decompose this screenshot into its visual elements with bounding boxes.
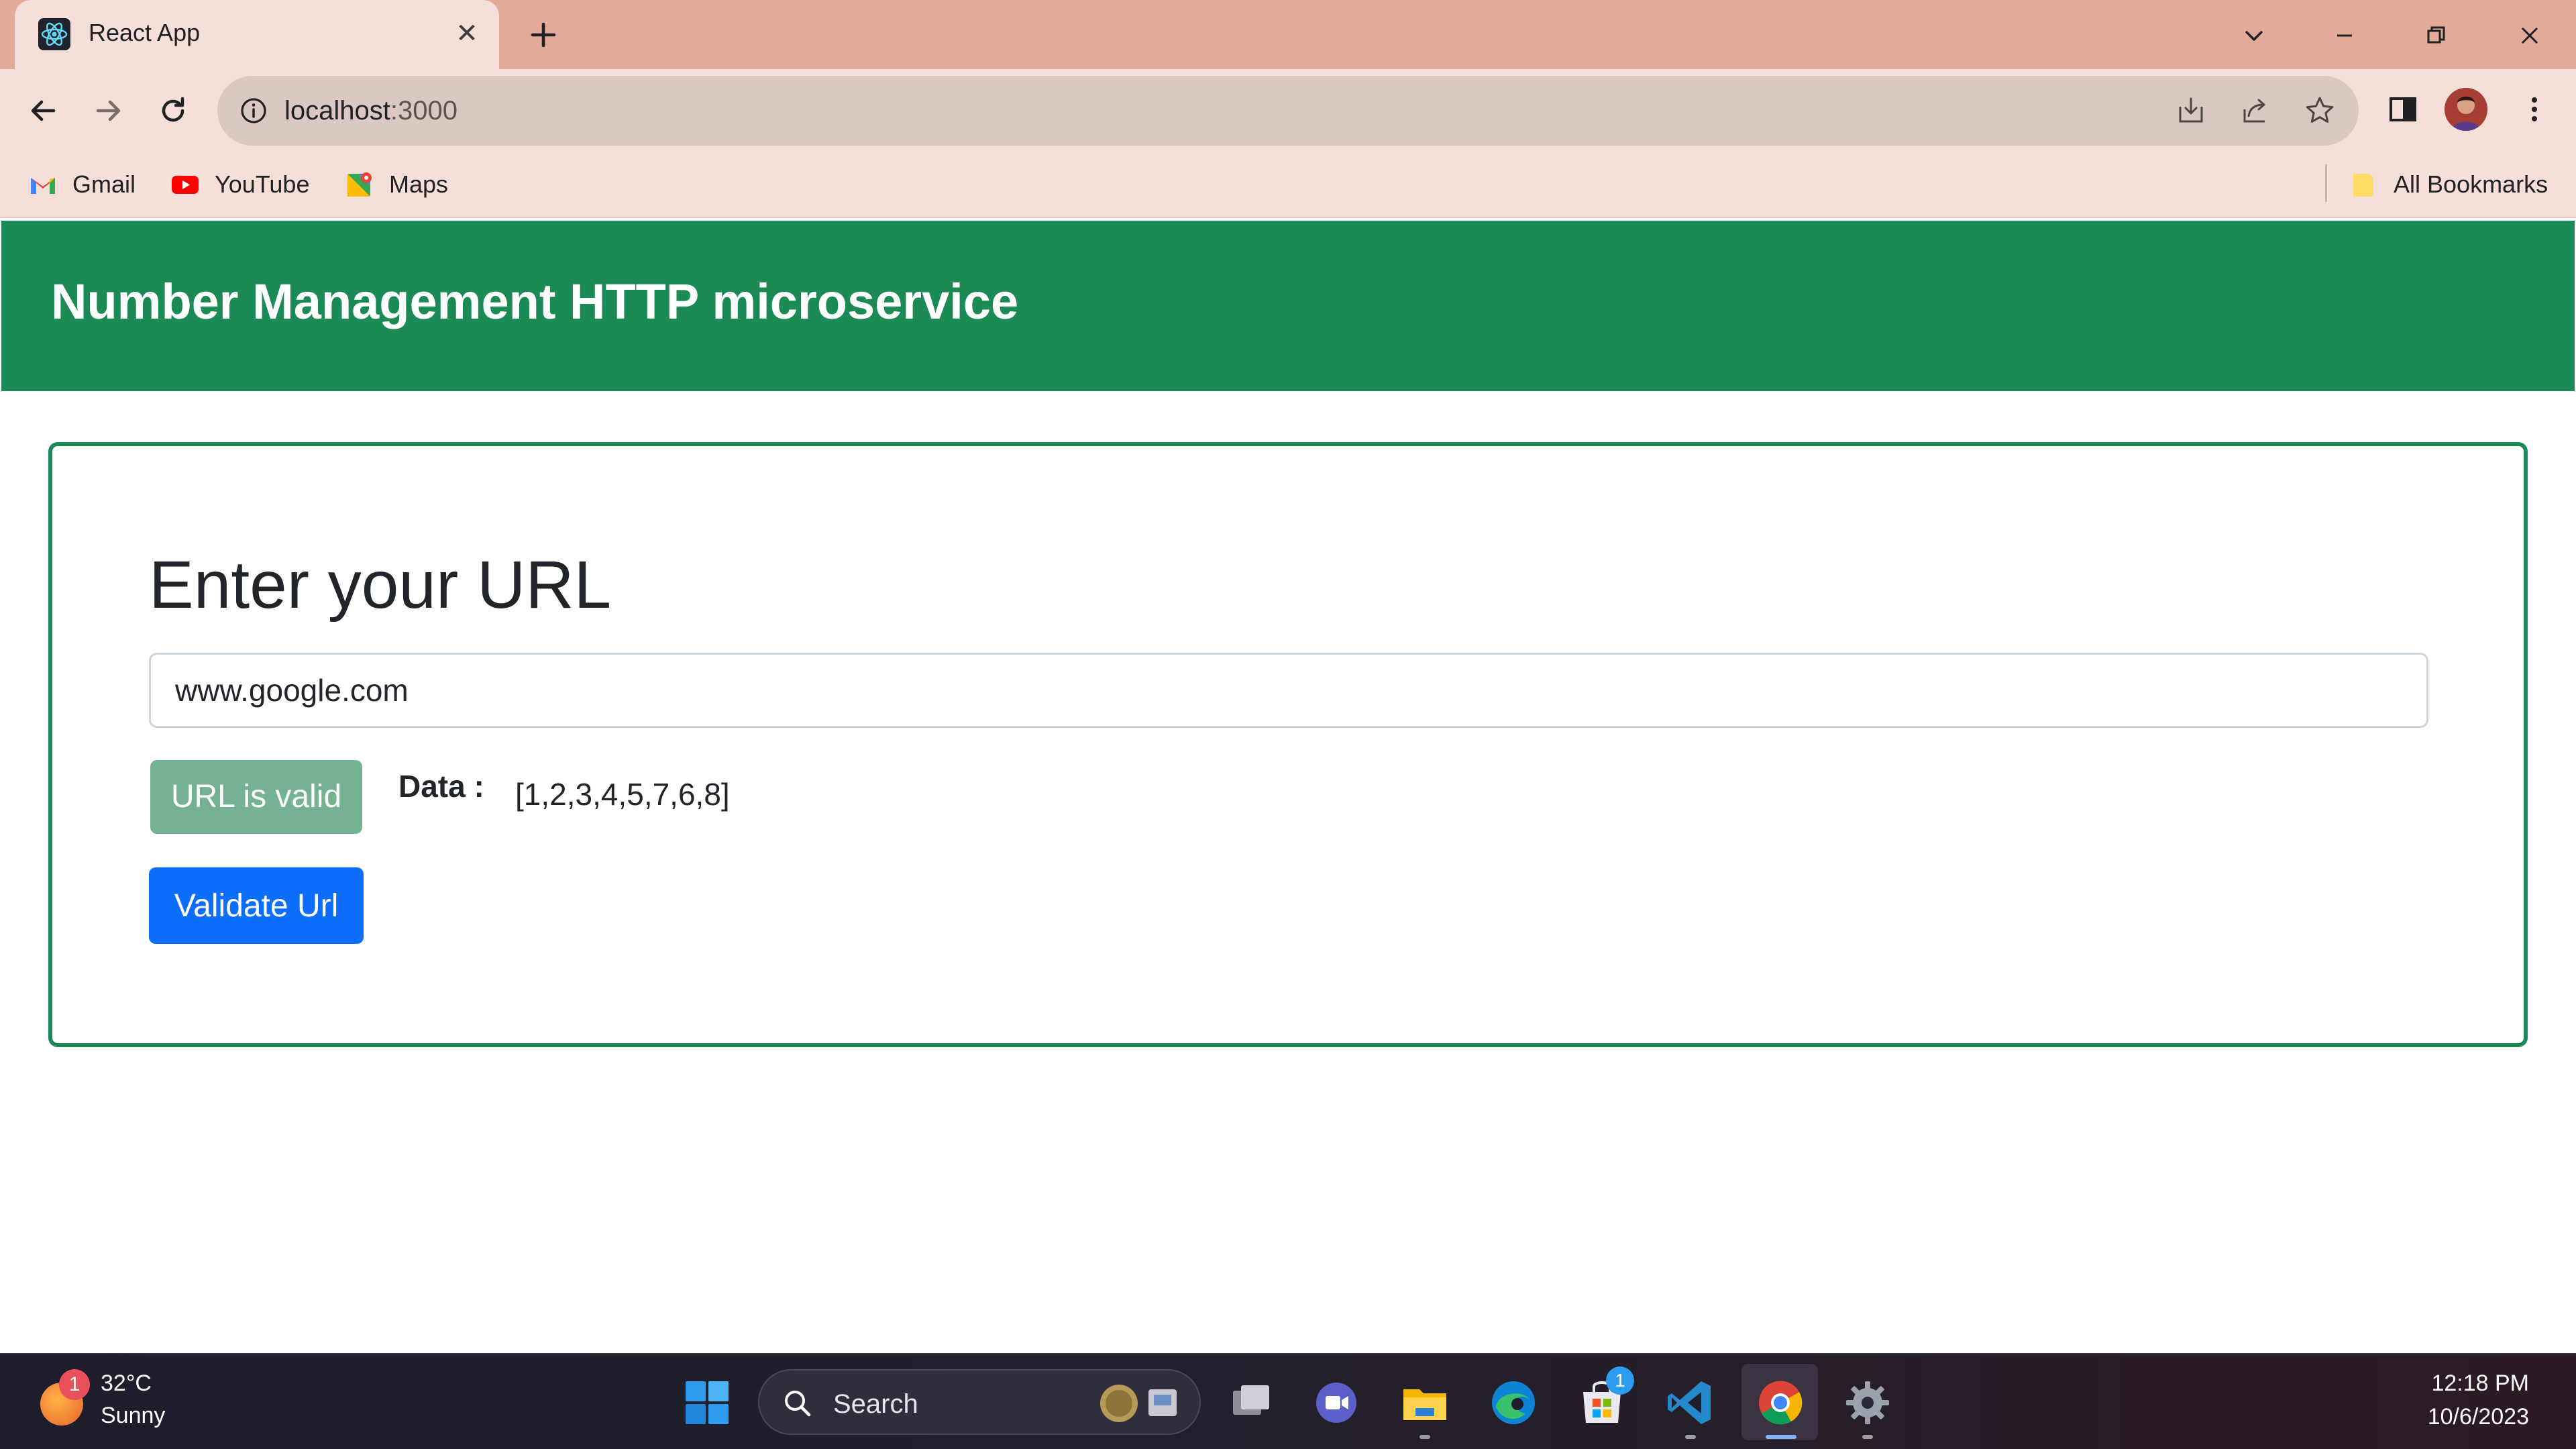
chrome-icon[interactable] — [1752, 1375, 1809, 1431]
bookmark-youtube-label: YouTube — [215, 170, 310, 198]
back-arrow-icon[interactable] — [23, 91, 63, 131]
edge-browser-icon[interactable] — [1485, 1375, 1542, 1431]
weather-condition[interactable]: Sunny — [101, 1403, 165, 1429]
side-panel-icon[interactable] — [2383, 89, 2423, 129]
install-app-icon[interactable] — [2174, 93, 2208, 128]
weather-notification-badge: 1 — [59, 1369, 90, 1400]
windows-taskbar: 1 32°C Sunny Search 1 12:18 PM 10/6/2023 — [0, 1353, 2576, 1449]
clock-date[interactable]: 10/6/2023 — [2361, 1404, 2529, 1430]
close-window-icon[interactable] — [2506, 12, 2553, 59]
url-input[interactable] — [149, 653, 2428, 728]
data-label: Data : — [398, 769, 484, 804]
profile-photo-icon — [2445, 88, 2487, 131]
clock-time[interactable]: 12:18 PM — [2361, 1371, 2529, 1397]
chrome-running-indicator — [1766, 1435, 1796, 1439]
more-menu-icon[interactable] — [2514, 89, 2555, 129]
store-notification-badge: 1 — [1606, 1366, 1634, 1395]
weather-temperature[interactable]: 32°C — [101, 1371, 152, 1397]
folder-icon — [2353, 174, 2373, 197]
app-title: Number Management HTTP microservice — [51, 274, 1019, 329]
tab-title: React App — [89, 19, 201, 46]
new-tab-plus-icon[interactable] — [523, 15, 564, 55]
forward-arrow-icon[interactable] — [89, 91, 129, 131]
bookmark-maps[interactable]: Maps — [345, 166, 448, 203]
profile-avatar[interactable] — [2445, 88, 2487, 131]
page-viewport: Number Management HTTP microservice Ente… — [0, 219, 2576, 1353]
gmail-icon — [31, 178, 55, 194]
restore-icon[interactable] — [2412, 12, 2459, 59]
react-icon — [38, 18, 70, 50]
all-bookmarks-button[interactable]: All Bookmarks — [2349, 166, 2548, 203]
url-valid-status: URL is valid — [150, 760, 362, 834]
youtube-icon — [172, 176, 199, 194]
teams-chat-icon[interactable] — [1308, 1375, 1364, 1431]
bookmarks-bar: Gmail YouTube Maps All Bookmarks — [0, 151, 2576, 218]
all-bookmarks-label: All Bookmarks — [2394, 170, 2548, 198]
bookmark-gmail-label: Gmail — [72, 170, 136, 198]
tab-react-app[interactable]: React App ✕ — [15, 0, 499, 69]
tab-close-icon[interactable]: ✕ — [448, 15, 486, 52]
explorer-running-indicator — [1419, 1435, 1430, 1439]
browser-tab-strip: React App ✕ — [0, 0, 2576, 69]
bookmarks-separator — [2325, 164, 2327, 202]
site-info-icon[interactable] — [237, 95, 270, 127]
vscode-icon[interactable] — [1662, 1375, 1719, 1431]
file-explorer-icon[interactable] — [1397, 1375, 1453, 1431]
search-highlight-icon — [1100, 1385, 1177, 1422]
maps-icon — [347, 172, 372, 197]
minimize-icon[interactable] — [2321, 12, 2368, 59]
windows-start-icon[interactable] — [679, 1375, 735, 1431]
reload-icon[interactable] — [153, 91, 193, 131]
share-icon[interactable] — [2238, 93, 2273, 128]
settings-running-indicator — [1862, 1435, 1873, 1439]
address-bar[interactable]: localhost:3000 — [217, 76, 2359, 146]
bookmark-maps-label: Maps — [389, 170, 449, 198]
validate-url-button[interactable]: Validate Url — [149, 867, 364, 944]
taskbar-search-box[interactable]: Search — [758, 1369, 1201, 1435]
vscode-running-indicator — [1685, 1435, 1696, 1439]
search-icon — [785, 1391, 811, 1417]
settings-gear-icon[interactable] — [1839, 1375, 1896, 1431]
search-placeholder: Search — [833, 1389, 918, 1419]
address-port: :3000 — [390, 96, 458, 125]
bookmark-gmail[interactable]: Gmail — [28, 166, 136, 203]
task-view-icon[interactable] — [1222, 1375, 1279, 1431]
bookmark-youtube[interactable]: YouTube — [170, 166, 309, 203]
url-form-card: Enter your URL URL is valid Data : [1,2,… — [48, 442, 2528, 1047]
address-host: localhost — [284, 96, 390, 125]
address-text: localhost:3000 — [284, 96, 458, 126]
app-header: Number Management HTTP microservice — [1, 221, 2575, 391]
form-heading: Enter your URL — [149, 547, 612, 623]
star-bookmark-icon[interactable] — [2302, 93, 2337, 128]
data-value: [1,2,3,4,5,7,6,8] — [515, 777, 730, 812]
browser-toolbar: localhost:3000 — [0, 69, 2576, 151]
chevron-down-icon[interactable] — [2231, 12, 2277, 59]
